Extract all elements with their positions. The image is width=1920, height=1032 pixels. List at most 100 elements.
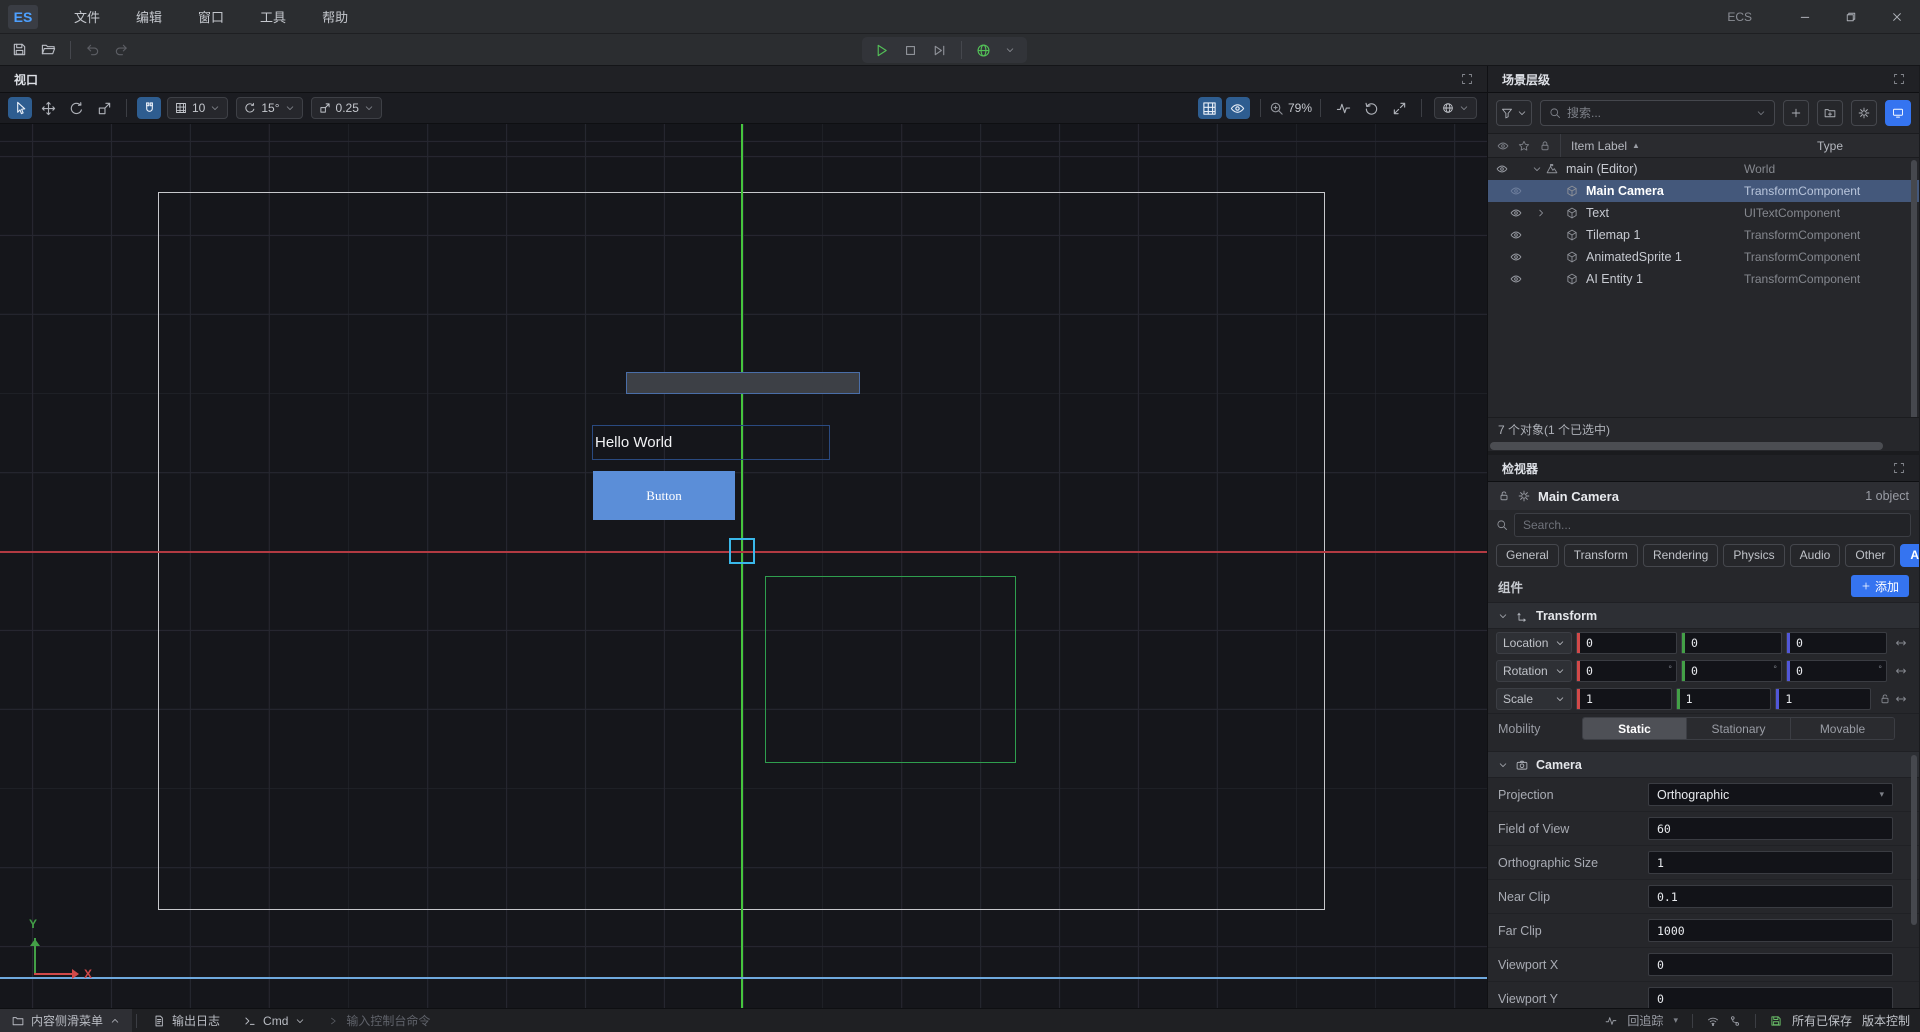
visibility-toggle-button[interactable] (1226, 97, 1250, 119)
ui-button-element[interactable]: Button (593, 471, 735, 520)
visibility-eye-icon[interactable] (1510, 185, 1522, 197)
add-folder-button[interactable] (1817, 100, 1843, 126)
chevron-right-icon[interactable] (1536, 208, 1546, 218)
camera-section-header[interactable]: Camera (1488, 751, 1919, 778)
tree-row-world[interactable]: main (Editor) World (1488, 158, 1919, 180)
content-drawer-button[interactable]: 内容侧滑菜单 (0, 1009, 132, 1032)
menu-window[interactable]: 窗口 (184, 3, 238, 30)
tab-other[interactable]: Other (1845, 544, 1895, 567)
rotation-x-field[interactable]: ° (1576, 660, 1677, 682)
add-entity-button[interactable] (1783, 100, 1809, 126)
viewport-x-input[interactable] (1648, 953, 1893, 976)
restore-button[interactable] (1828, 0, 1874, 33)
visibility-eye-icon[interactable] (1510, 251, 1522, 263)
save-button[interactable] (12, 42, 27, 57)
tab-audio[interactable]: Audio (1790, 544, 1841, 567)
redo-button[interactable] (114, 42, 129, 57)
scale-z-field[interactable] (1775, 688, 1871, 710)
undo-button[interactable] (85, 42, 100, 57)
move-tool-button[interactable] (36, 97, 60, 119)
orthographic-size-input[interactable] (1648, 851, 1893, 874)
scale-snap-dropdown[interactable]: 0.25 (311, 97, 382, 119)
visibility-eye-icon[interactable] (1510, 273, 1522, 285)
view-mode-button[interactable] (1885, 100, 1911, 126)
menu-tools[interactable]: 工具 (246, 3, 300, 30)
location-mode-dropdown[interactable]: Location (1496, 632, 1572, 654)
selection-origin-handle[interactable] (729, 538, 755, 564)
link-values-icon[interactable] (1891, 665, 1911, 677)
close-button[interactable] (1874, 0, 1920, 33)
expand-panel-icon[interactable] (1893, 73, 1905, 85)
rotation-y-field[interactable]: ° (1681, 660, 1782, 682)
output-log-button[interactable]: 输出日志 (141, 1009, 232, 1032)
tab-all[interactable]: All (1900, 544, 1919, 567)
mobility-static[interactable]: Static (1583, 718, 1687, 739)
chevron-down-icon[interactable] (1498, 760, 1508, 770)
menu-file[interactable]: 文件 (60, 3, 114, 30)
stop-button[interactable] (903, 43, 918, 58)
visibility-eye-icon[interactable] (1510, 207, 1522, 219)
location-z-field[interactable] (1786, 632, 1887, 654)
grid-snap-dropdown[interactable]: 10 (167, 97, 228, 119)
rotation-mode-dropdown[interactable]: Rotation (1496, 660, 1572, 682)
rotate-tool-button[interactable] (64, 97, 88, 119)
near-clip-input[interactable] (1648, 885, 1893, 908)
expand-panel-icon[interactable] (1893, 462, 1905, 474)
location-y-field[interactable] (1681, 632, 1782, 654)
mobility-movable[interactable]: Movable (1791, 718, 1894, 739)
tab-general[interactable]: General (1496, 544, 1559, 567)
tree-row-ai-entity[interactable]: AI Entity 1 TransformComponent (1488, 268, 1919, 290)
stats-pulse-button[interactable] (1331, 97, 1355, 119)
select-tool-button[interactable] (8, 97, 32, 119)
trace-label[interactable]: 回追踪 (1627, 1012, 1663, 1029)
viewport-globe-dropdown[interactable] (1434, 97, 1477, 119)
menu-edit[interactable]: 编辑 (122, 3, 176, 30)
hierarchy-search[interactable] (1540, 100, 1775, 126)
chevron-down-icon[interactable] (1498, 611, 1508, 621)
tree-row-main-camera[interactable]: Main Camera TransformComponent (1488, 180, 1919, 202)
chevron-down-icon[interactable] (1005, 45, 1015, 55)
zoom-level[interactable]: 79% (1288, 101, 1312, 115)
ui-text-element[interactable]: Hello World (592, 425, 830, 460)
link-values-icon[interactable] (1891, 637, 1911, 649)
object-settings-icon[interactable] (1518, 490, 1530, 502)
filter-button[interactable] (1496, 100, 1532, 126)
transform-section-header[interactable]: Transform (1488, 602, 1919, 629)
zoom-icon[interactable] (1269, 101, 1284, 116)
play-button[interactable] (874, 43, 889, 58)
scale-x-field[interactable] (1576, 688, 1672, 710)
scrollbar-thumb[interactable] (1490, 442, 1883, 450)
tree-row-tilemap[interactable]: Tilemap 1 TransformComponent (1488, 224, 1919, 246)
hierarchy-search-input[interactable] (1567, 106, 1750, 120)
tab-transform[interactable]: Transform (1564, 544, 1638, 567)
fullscreen-button[interactable] (1387, 97, 1411, 119)
scale-tool-button[interactable] (92, 97, 116, 119)
mobility-stationary[interactable]: Stationary (1687, 718, 1791, 739)
add-component-button[interactable]: 添加 (1851, 575, 1909, 597)
open-folder-button[interactable] (41, 42, 56, 57)
chevron-down-icon[interactable] (1532, 164, 1542, 174)
scene-canvas[interactable]: Hello World Button Y X (0, 124, 1487, 1008)
reset-view-button[interactable] (1359, 97, 1383, 119)
visibility-eye-icon[interactable] (1496, 163, 1508, 175)
tree-row-text[interactable]: Text UITextComponent (1488, 202, 1919, 224)
chevron-down-icon[interactable]: ▾ (1673, 1015, 1678, 1026)
branch-icon[interactable] (1729, 1015, 1741, 1027)
location-x-field[interactable] (1576, 632, 1677, 654)
horizontal-scrollbar[interactable] (1488, 441, 1919, 451)
step-button[interactable] (932, 43, 947, 58)
expand-panel-icon[interactable] (1461, 73, 1473, 85)
tree-row-animatedsprite[interactable]: AnimatedSprite 1 TransformComponent (1488, 246, 1919, 268)
minimize-button[interactable] (1782, 0, 1828, 33)
scale-y-field[interactable] (1676, 688, 1772, 710)
cmd-dropdown[interactable]: Cmd (232, 1009, 317, 1032)
vertical-scrollbar[interactable] (1911, 160, 1917, 417)
snap-magnet-button[interactable] (137, 97, 161, 119)
tab-physics[interactable]: Physics (1723, 544, 1784, 567)
vertical-scrollbar[interactable] (1911, 755, 1917, 925)
inspector-search-input[interactable] (1523, 518, 1902, 532)
network-wifi-icon[interactable] (1707, 1015, 1719, 1027)
link-values-icon[interactable] (1891, 693, 1911, 705)
hierarchy-settings-button[interactable] (1851, 100, 1877, 126)
visibility-eye-icon[interactable] (1510, 229, 1522, 241)
